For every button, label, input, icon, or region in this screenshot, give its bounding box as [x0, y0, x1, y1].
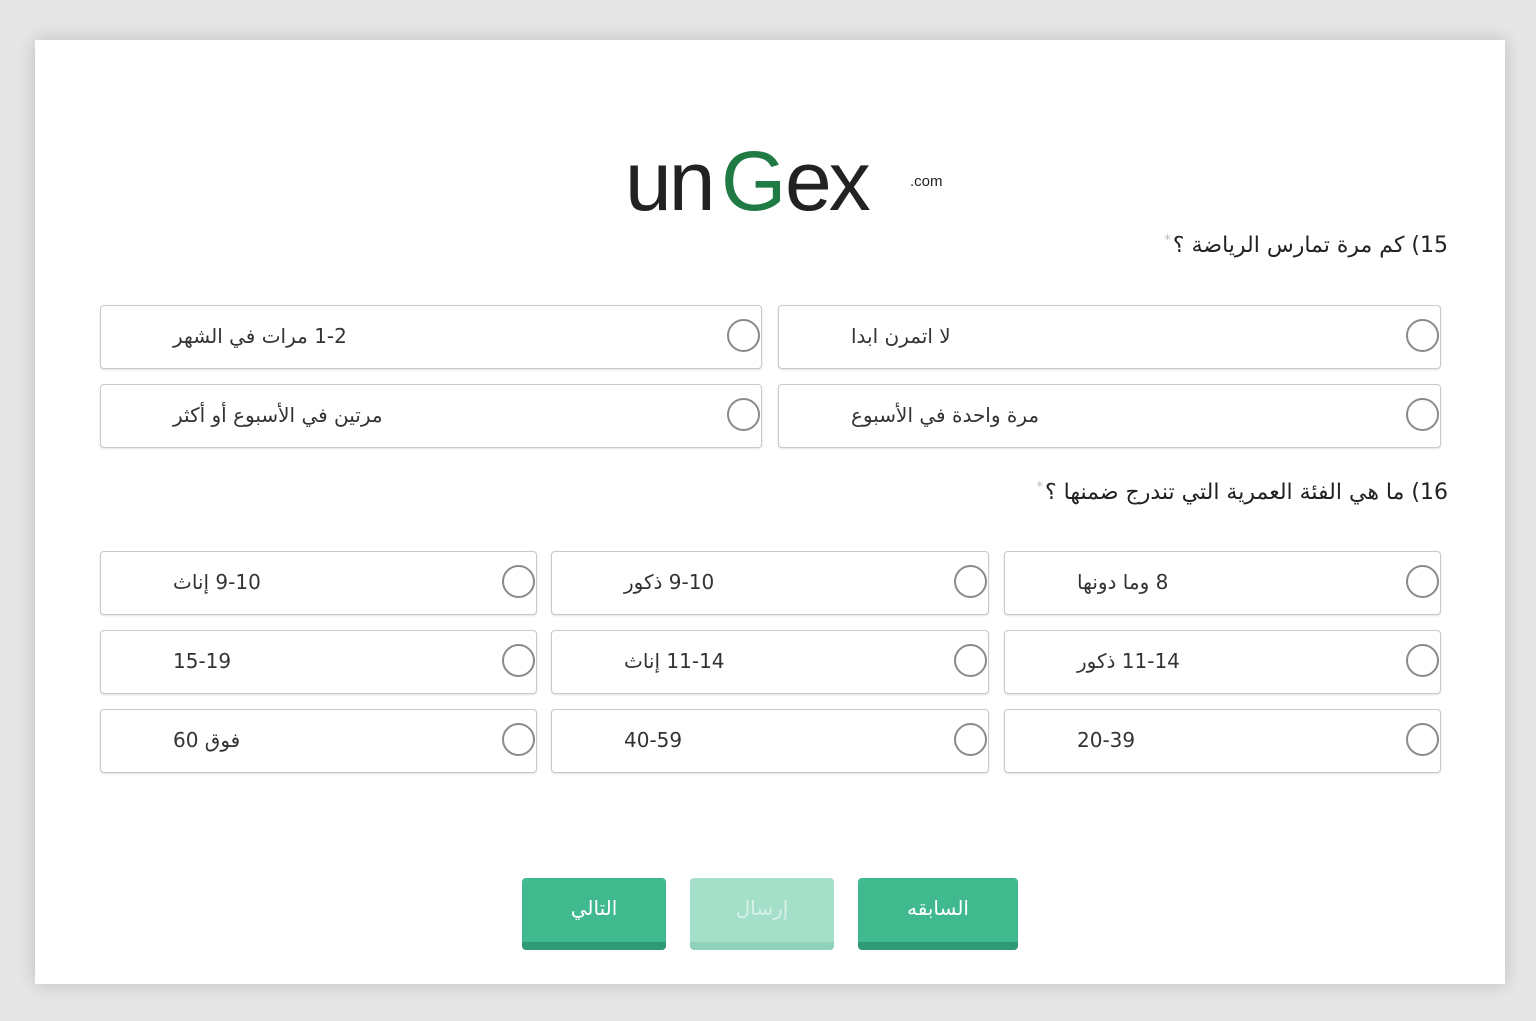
- q16-option-40-59[interactable]: 40-59: [551, 709, 989, 773]
- radio-circle-icon[interactable]: [1406, 398, 1439, 431]
- q16-option-8-under[interactable]: 8 وما دونها: [1004, 551, 1441, 615]
- option-label: 11-14 ذكور: [1077, 649, 1180, 673]
- option-label: 40-59: [624, 728, 683, 752]
- question-16-text: 16) ما هي الفئة العمرية التي تندرج ضمنها…: [1044, 480, 1448, 505]
- radio-circle-icon[interactable]: [1406, 644, 1439, 677]
- question-16-title: 16) ما هي الفئة العمرية التي تندرج ضمنها…: [1036, 480, 1448, 505]
- radio-circle-icon[interactable]: [502, 644, 535, 677]
- option-label: مرتين في الأسبوع أو أكثر: [173, 403, 383, 427]
- next-button[interactable]: التالي: [522, 878, 666, 950]
- q16-option-over-60[interactable]: فوق 60: [100, 709, 537, 773]
- q16-option-15-19[interactable]: 15-19: [100, 630, 537, 694]
- option-label: لا اتمرن ابدا: [851, 324, 951, 348]
- option-label: 9-10 ذكور: [624, 570, 715, 594]
- q15-option-twice-week[interactable]: مرتين في الأسبوع أو أكثر: [100, 384, 762, 448]
- q16-option-9-10-male[interactable]: 9-10 ذكور: [551, 551, 989, 615]
- radio-circle-icon[interactable]: [502, 723, 535, 756]
- q16-option-9-10-female[interactable]: 9-10 إناث: [100, 551, 537, 615]
- option-label: 15-19: [173, 649, 232, 673]
- svg-text:G: G: [721, 134, 786, 228]
- option-label: مرة واحدة في الأسبوع: [851, 403, 1040, 427]
- question-15-title: 15) كم مرة تمارس الرياضة ؟*: [1164, 233, 1448, 258]
- q16-option-20-39[interactable]: 20-39: [1004, 709, 1441, 773]
- q16-option-11-14-male[interactable]: 11-14 ذكور: [1004, 630, 1441, 694]
- svg-text:ex: ex: [785, 134, 871, 228]
- q15-option-never[interactable]: لا اتمرن ابدا: [778, 305, 1441, 369]
- option-label: 8 وما دونها: [1077, 570, 1169, 594]
- radio-circle-icon[interactable]: [727, 398, 760, 431]
- radio-circle-icon[interactable]: [727, 319, 760, 352]
- required-mark: *: [1036, 480, 1043, 495]
- radio-circle-icon[interactable]: [502, 565, 535, 598]
- option-label: 1-2 مرات في الشهر: [173, 324, 347, 348]
- radio-circle-icon[interactable]: [954, 723, 987, 756]
- option-label: 11-14 إناث: [624, 649, 725, 673]
- option-label: 20-39: [1077, 728, 1136, 752]
- submit-button[interactable]: إرسال: [690, 878, 834, 950]
- previous-button[interactable]: السابقه: [858, 878, 1018, 950]
- radio-circle-icon[interactable]: [1406, 319, 1439, 352]
- svg-text:.com: .com: [910, 173, 943, 190]
- ungex-logo: un G ex .com: [625, 134, 943, 228]
- required-mark: *: [1164, 233, 1171, 248]
- q16-option-11-14-female[interactable]: 11-14 إناث: [551, 630, 989, 694]
- question-15-text: 15) كم مرة تمارس الرياضة ؟: [1172, 233, 1448, 258]
- q15-option-once-week[interactable]: مرة واحدة في الأسبوع: [778, 384, 1441, 448]
- survey-card: un G ex .com 15) كم مرة تمارس الرياضة ؟*…: [35, 40, 1505, 984]
- option-label: فوق 60: [173, 728, 241, 752]
- option-label: 9-10 إناث: [173, 570, 261, 594]
- svg-text:un: un: [625, 134, 712, 228]
- radio-circle-icon[interactable]: [954, 565, 987, 598]
- q15-option-monthly[interactable]: 1-2 مرات في الشهر: [100, 305, 762, 369]
- radio-circle-icon[interactable]: [1406, 565, 1439, 598]
- radio-circle-icon[interactable]: [1406, 723, 1439, 756]
- radio-circle-icon[interactable]: [954, 644, 987, 677]
